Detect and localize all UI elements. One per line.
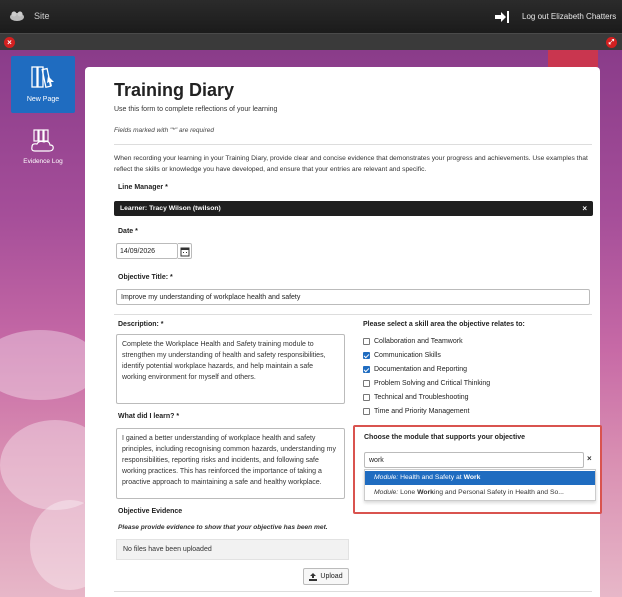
skill-label: Problem Solving and Critical Thinking [374, 379, 491, 387]
skill-checkbox[interactable]: Collaboration and Teamwork [363, 336, 463, 346]
skill-label: Communication Skills [374, 351, 441, 359]
option-match: Work [417, 489, 434, 496]
cloud-books-icon [31, 129, 54, 152]
module-search-input[interactable]: work [364, 452, 584, 468]
sidebar-item-label: New Page [26, 96, 60, 103]
upload-icon [309, 572, 318, 581]
option-match: Work [463, 474, 481, 481]
logout-icon[interactable] [494, 10, 510, 24]
sidebar-item-label: Evidence Log [23, 158, 63, 165]
module-selector: Choose the module that supports your obj… [353, 425, 602, 514]
divider [114, 591, 592, 592]
upload-label: Upload [320, 573, 343, 580]
line-manager-value: Learner: Tracy Wilson (twilson) [120, 205, 221, 212]
required-note: Fields marked with "*" are required [114, 127, 214, 134]
option-text: Lone [398, 489, 418, 496]
checkbox[interactable] [363, 393, 370, 401]
learned-textarea[interactable]: I gained a better understanding of workp… [116, 428, 345, 499]
checkbox[interactable] [363, 379, 370, 387]
evidence-label: Objective Evidence [118, 508, 183, 515]
line-manager-field[interactable]: Learner: Tracy Wilson (twilson) × [114, 201, 593, 216]
description-textarea[interactable]: Complete the Workplace Health and Safety… [116, 334, 345, 404]
option-prefix: Module: [374, 489, 399, 496]
module-dropdown: Module: Health and Safety at Work Module… [364, 469, 596, 501]
form-card [85, 67, 600, 597]
checkbox-checked[interactable] [363, 351, 370, 359]
objective-title-input[interactable]: Improve my understanding of workplace he… [116, 289, 590, 305]
form-intro: Use this form to complete reflections of… [114, 106, 278, 113]
sidebar-item-evidence-log[interactable]: Evidence Log [11, 122, 75, 170]
divider [114, 144, 592, 145]
skill-label: Documentation and Reporting [374, 365, 468, 373]
checkbox[interactable] [363, 337, 370, 345]
skill-checkbox[interactable]: Time and Priority Management [363, 406, 469, 416]
clear-icon[interactable]: × [587, 454, 592, 463]
upload-button[interactable]: Upload [303, 568, 349, 585]
calendar-icon [180, 247, 190, 257]
page-title: Training Diary [114, 80, 235, 100]
close-icon[interactable]: × [4, 37, 15, 48]
dropdown-option[interactable]: Module: Lone Working and Personal Safety… [365, 486, 595, 500]
skills-label: Please select a skill area the objective… [363, 321, 525, 328]
learned-label: What did I learn? * [118, 413, 180, 420]
site-link[interactable]: Site [34, 11, 50, 21]
skill-checkbox[interactable]: Technical and Troubleshooting [363, 392, 469, 402]
module-label: Choose the module that supports your obj… [364, 434, 526, 441]
description-label: Description: * [118, 321, 164, 328]
checkbox[interactable] [363, 407, 370, 415]
date-field[interactable]: 14/09/2026 [116, 243, 178, 259]
divider [114, 314, 592, 315]
logout-link[interactable]: Log out Elizabeth Chatters [522, 12, 616, 21]
skill-checkbox[interactable]: Communication Skills [363, 350, 441, 360]
guidance-text: When recording your learning in your Tra… [114, 155, 588, 173]
option-text: Health and Safety at [398, 474, 464, 481]
option-text: ing and Personal Safety in Health and So… [433, 489, 564, 496]
skill-checkbox[interactable]: Problem Solving and Critical Thinking [363, 378, 490, 388]
books-icon [31, 66, 54, 88]
site-logo-icon[interactable] [9, 10, 25, 22]
option-prefix: Module: [374, 474, 399, 481]
skill-label: Collaboration and Teamwork [374, 337, 463, 345]
calendar-button[interactable] [178, 243, 192, 259]
line-manager-label: Line Manager * [118, 184, 168, 191]
sidebar-item-new-page[interactable]: New Page [11, 56, 75, 113]
files-list: No files have been uploaded [116, 539, 349, 560]
top-bar: Site Log out Elizabeth Chatters [0, 0, 622, 33]
objective-title-label: Objective Title: * [118, 274, 173, 281]
skill-label: Time and Priority Management [374, 407, 470, 415]
skill-checkbox[interactable]: Documentation and Reporting [363, 364, 467, 374]
date-label: Date * [118, 228, 138, 235]
checkbox-checked[interactable] [363, 365, 370, 373]
dropdown-option[interactable]: Module: Health and Safety at Work [365, 471, 595, 485]
expand-icon[interactable]: ⤢ [606, 37, 617, 48]
window-bar: × ⤢ [0, 33, 622, 50]
skill-label: Technical and Troubleshooting [374, 393, 469, 401]
clear-icon[interactable]: × [582, 204, 587, 213]
evidence-note: Please provide evidence to show that you… [118, 524, 328, 531]
